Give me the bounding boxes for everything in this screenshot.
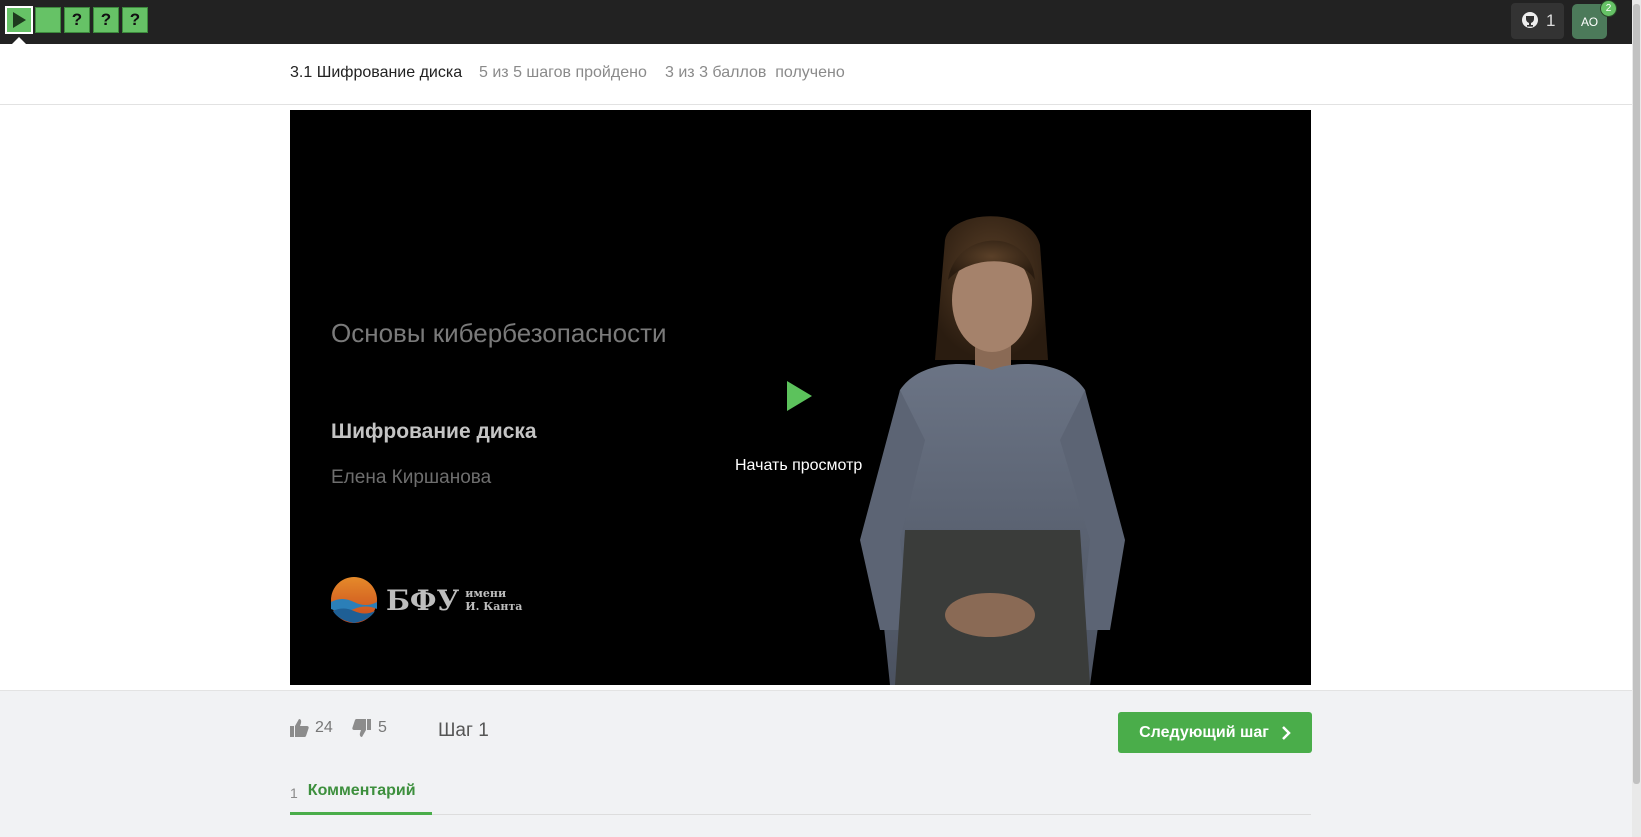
step-5-quiz[interactable]: ? [122,7,148,33]
lesson-score: 3 из 3 баллов получено [665,64,845,81]
start-watching-text: Начать просмотр [735,457,863,474]
step-3-quiz[interactable]: ? [64,7,90,33]
achievements-button[interactable]: 1 [1511,3,1565,39]
step-4-label: ? [100,10,112,29]
step-5-label: ? [129,10,141,29]
notification-badge[interactable]: 2 [1600,0,1617,17]
video-author: Елена Киршанова [331,467,492,488]
thumbs-down-icon [352,719,371,737]
play-icon[interactable] [785,380,813,412]
step-2-text[interactable] [35,7,61,33]
step-1-video[interactable] [5,6,33,34]
lesson-title: 3.1 Шифрование диска [290,64,463,81]
logo-subtitle-line-1: имени [465,587,507,600]
video-topic: Шифрование диска [331,420,537,443]
likes-count: 24 [315,719,333,736]
lesson-steps: ? ? ? [5,6,151,34]
step-4-quiz[interactable]: ? [93,7,119,33]
dislike-button[interactable]: 5 [352,718,387,738]
university-logo: БФУ имени И. Канта [330,576,522,624]
comments-label: Комментарий [307,782,416,799]
dislikes-count: 5 [378,719,387,736]
scrollbar-thumb[interactable] [1633,4,1640,784]
trophy-icon [1522,12,1538,28]
avatar-initials: АО [1580,14,1599,29]
lesson-progress: 5 из 5 шагов пройдено [479,64,647,81]
wave-logo-icon [331,577,377,623]
logo-subtitle: имени И. Канта [465,587,522,613]
tab-comments[interactable]: 1 Комментарий [290,782,432,815]
logo-text: БФУ [386,583,460,617]
top-navigation-bar: ? ? ? 1 АО 2 [0,0,1632,45]
notification-count: 2 [1605,3,1612,14]
achievements-count: 1 [1546,11,1556,30]
presenter-image [860,216,1125,685]
next-step-label: Следующий шаг [1139,723,1269,741]
video-course-title: Основы кибербезопасности [331,318,667,348]
thumbs-up-icon [290,719,309,737]
play-icon [13,12,26,28]
chevron-right-icon [1282,725,1291,740]
step-number: Шаг 1 [438,720,489,741]
tabs-divider [290,814,1311,815]
like-button[interactable]: 24 [289,718,333,738]
video-player[interactable]: Основы кибербезопасности Шифрование диск… [290,110,1311,685]
next-step-button[interactable]: Следующий шаг [1118,712,1312,753]
step-3-label: ? [71,10,83,29]
comments-count: 1 [290,785,298,801]
page-scrollbar[interactable] [1632,0,1641,837]
logo-subtitle-line-2: И. Канта [465,600,523,613]
